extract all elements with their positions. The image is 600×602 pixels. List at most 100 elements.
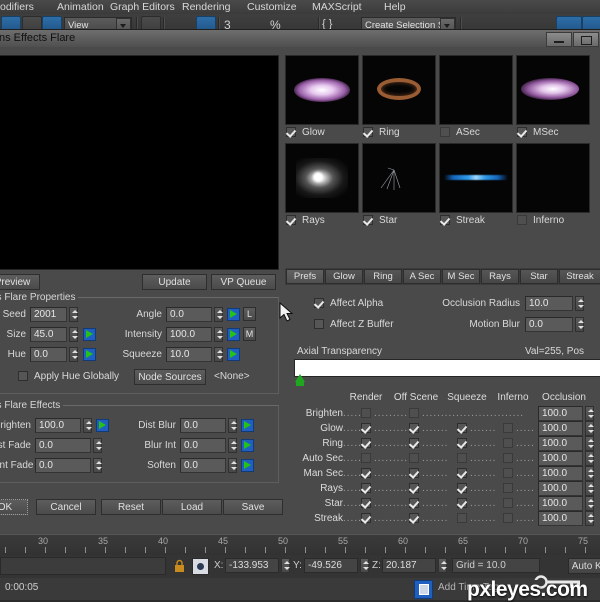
hue-field[interactable]: 0.0	[30, 347, 67, 362]
thumbnail-cell-ring[interactable]: Ring	[362, 55, 436, 141]
intensity-field[interactable]: 100.0	[166, 327, 212, 342]
minimize-button[interactable]	[546, 32, 572, 47]
tab-prefs[interactable]: Prefs	[286, 269, 324, 284]
hue-spinner[interactable]	[69, 347, 78, 362]
dist-blur-spinner[interactable]	[228, 418, 237, 433]
menu-item-rendering[interactable]: Rendering	[182, 1, 230, 13]
affect-z-buffer-checkbox[interactable]	[314, 319, 324, 329]
occlusion-radius-field[interactable]: 10.0	[525, 296, 573, 311]
tab-glow[interactable]: Glow	[325, 269, 363, 284]
glow-occlusion-spinner[interactable]	[585, 421, 594, 436]
affect-alpha-checkbox[interactable]	[314, 298, 324, 308]
add-time-tag-icon[interactable]	[414, 580, 433, 599]
tab-star[interactable]: Star	[520, 269, 558, 284]
man-sec-off-scene-checkbox[interactable]	[409, 468, 419, 478]
ring-checkbox[interactable]	[363, 127, 373, 137]
inferno-checkbox[interactable]	[517, 215, 527, 225]
node-sources-button[interactable]: Node Sources	[134, 369, 206, 385]
star-render-checkbox[interactable]	[361, 498, 371, 508]
z-field[interactable]: 20.187	[382, 558, 436, 573]
squeeze-field[interactable]: 10.0	[166, 347, 212, 362]
streak-occlusion-spinner[interactable]	[585, 511, 594, 526]
angle-animate-icon[interactable]	[227, 308, 240, 321]
size-animate-icon[interactable]	[83, 328, 96, 341]
brighten-occlusion-spinner[interactable]	[585, 406, 594, 421]
intensity-animate-icon[interactable]	[227, 328, 240, 341]
dist-fade-field[interactable]: 0.0	[35, 438, 91, 453]
vp-queue-button[interactable]: VP Queue	[211, 274, 276, 290]
motion-blur-field[interactable]: 0.0	[525, 317, 573, 332]
star-off-scene-checkbox[interactable]	[409, 498, 419, 508]
menu-item-help[interactable]: Help	[384, 1, 406, 13]
tab-a-sec[interactable]: A Sec	[403, 269, 441, 284]
man-sec-occlusion-spinner[interactable]	[585, 466, 594, 481]
size-field[interactable]: 45.0	[30, 327, 67, 342]
save-button[interactable]: Save	[223, 499, 283, 515]
motion-blur-spinner[interactable]	[575, 317, 584, 332]
y-spinner[interactable]	[360, 558, 369, 573]
occlusion-radius-spinner[interactable]	[575, 296, 584, 311]
asec-checkbox[interactable]	[440, 127, 450, 137]
intensity-spinner[interactable]	[214, 327, 223, 342]
dist-fade-spinner[interactable]	[93, 438, 102, 453]
glow-occlusion-field[interactable]: 100.0	[538, 421, 583, 436]
star-inferno-checkbox[interactable]	[503, 498, 513, 508]
absolute-relative-transform-icon[interactable]	[192, 558, 209, 575]
angle-spinner[interactable]	[214, 307, 223, 322]
ring-render-checkbox[interactable]	[361, 438, 371, 448]
soften-animate-icon[interactable]	[241, 459, 254, 472]
ok-button[interactable]: OK	[0, 499, 28, 515]
seed-spinner[interactable]	[69, 307, 78, 322]
lock-icon[interactable]	[174, 559, 185, 573]
streak-squeeze-checkbox[interactable]	[457, 513, 467, 523]
ring-off-scene-checkbox[interactable]	[409, 438, 419, 448]
rays-occlusion-spinner[interactable]	[585, 481, 594, 496]
star-occlusion-spinner[interactable]	[585, 496, 594, 511]
thumbnail-cell-star[interactable]: Star	[362, 143, 436, 229]
star-checkbox[interactable]	[363, 215, 373, 225]
thumbnail-cell-streak[interactable]: Streak	[439, 143, 513, 229]
msec-checkbox[interactable]	[517, 127, 527, 137]
size-spinner[interactable]	[69, 327, 78, 342]
thumbnail-cell-rays[interactable]: Rays	[285, 143, 359, 229]
menu-item-modifiers[interactable]: odifiers	[0, 1, 34, 13]
gradient-key-marker[interactable]	[295, 374, 305, 386]
menu-item-customize[interactable]: Customize	[247, 1, 297, 13]
load-button[interactable]: Load	[162, 499, 222, 515]
glow-render-checkbox[interactable]	[361, 423, 371, 433]
x-field[interactable]: -133.953	[225, 558, 279, 573]
cent-fade-spinner[interactable]	[93, 458, 102, 473]
tab-ring[interactable]: Ring	[364, 269, 402, 284]
thumbnail-cell-asec[interactable]: ASec	[439, 55, 513, 141]
brighten-animate-icon[interactable]	[96, 419, 109, 432]
streak-render-checkbox[interactable]	[361, 513, 371, 523]
menu-item-animation[interactable]: Animation	[57, 1, 104, 13]
streak-checkbox[interactable]	[440, 215, 450, 225]
thumbnail-cell-inferno[interactable]: Inferno	[516, 143, 590, 229]
seed-field[interactable]: 2001	[30, 307, 67, 322]
rays-inferno-checkbox[interactable]	[503, 483, 513, 493]
streak-inferno-checkbox[interactable]	[503, 513, 513, 523]
menu-item-maxscript[interactable]: MAXScript	[312, 1, 362, 13]
man-sec-inferno-checkbox[interactable]	[503, 468, 513, 478]
rays-off-scene-checkbox[interactable]	[409, 483, 419, 493]
angle-field[interactable]: 0.0	[166, 307, 212, 322]
angle-lock-button[interactable]: L	[243, 307, 256, 321]
blur-int-animate-icon[interactable]	[241, 439, 254, 452]
auto-sec-squeeze-checkbox[interactable]	[457, 453, 467, 463]
glow-checkbox[interactable]	[286, 127, 296, 137]
cancel-button[interactable]: Cancel	[36, 499, 96, 515]
brighten-off-scene-checkbox[interactable]	[409, 408, 419, 418]
x-spinner[interactable]	[281, 558, 290, 573]
man-sec-render-checkbox[interactable]	[361, 468, 371, 478]
rays-checkbox[interactable]	[286, 215, 296, 225]
rays-render-checkbox[interactable]	[361, 483, 371, 493]
track-bar[interactable]: 30 35 40 45 50 55 60 65 70 75	[0, 534, 600, 557]
update-button[interactable]: Update	[142, 274, 207, 290]
ring-occlusion-field[interactable]: 100.0	[538, 436, 583, 451]
star-occlusion-field[interactable]: 100.0	[538, 496, 583, 511]
thumbnail-cell-msec[interactable]: MSec	[516, 55, 590, 141]
ring-occlusion-spinner[interactable]	[585, 436, 594, 451]
z-spinner[interactable]	[438, 558, 447, 573]
brighten-render-checkbox[interactable]	[361, 408, 371, 418]
